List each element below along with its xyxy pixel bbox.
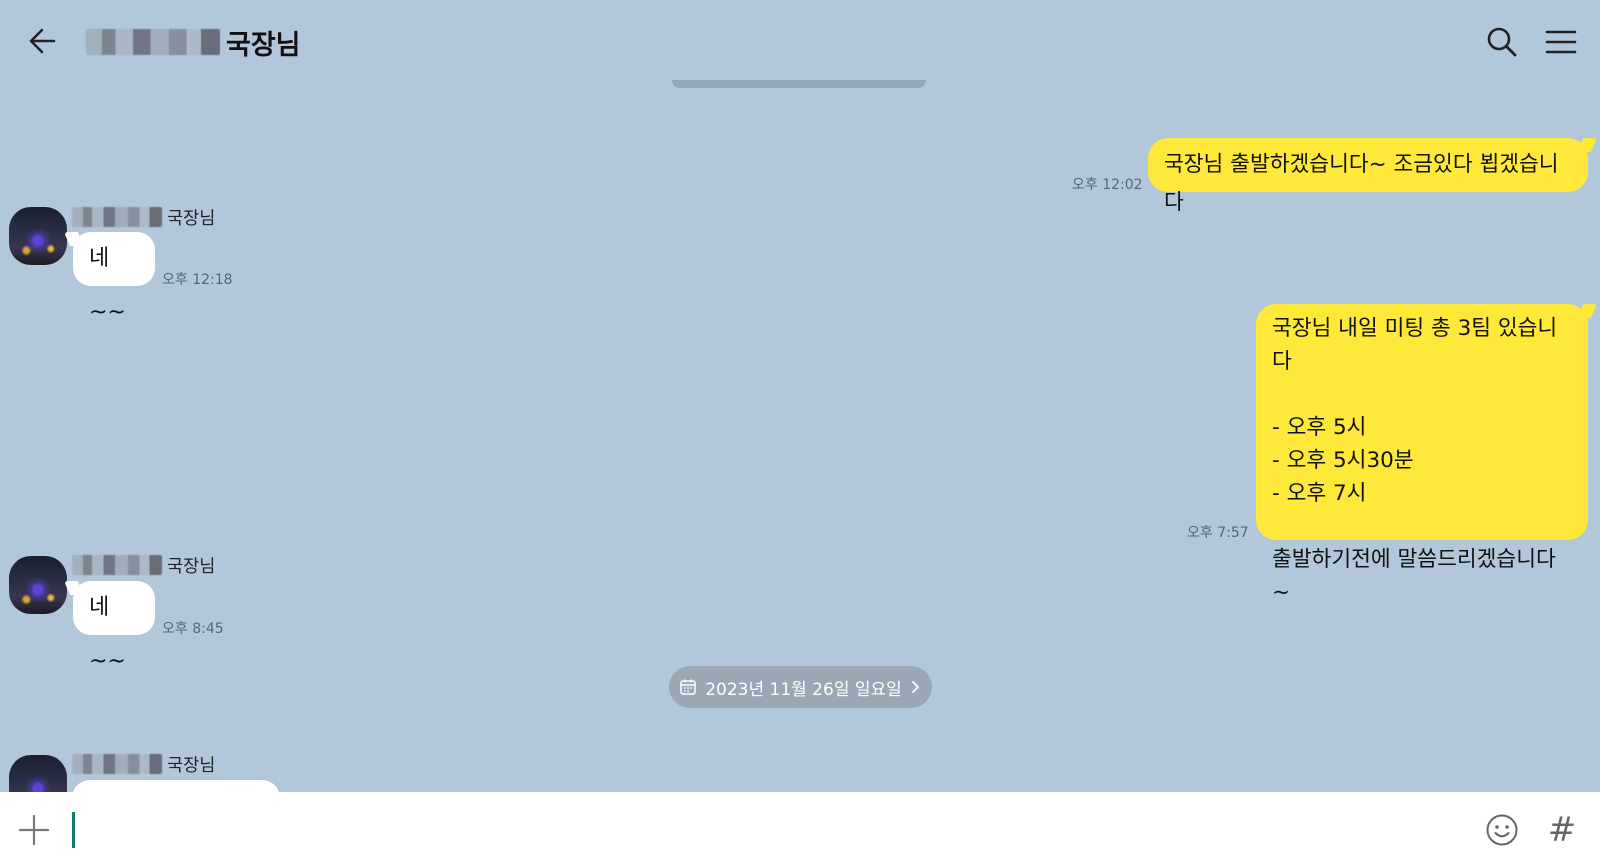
arrow-left-icon [29, 28, 56, 54]
attach-button[interactable] [16, 812, 52, 848]
my-message-bubble[interactable]: 국장님 출발하겠습니다~ 조금있다 뵙겠습니다 [1148, 138, 1588, 215]
chevron-right-icon [911, 681, 919, 693]
message-time: 오후 12:02 [1072, 177, 1143, 193]
sender-label: 국장님 [72, 752, 215, 776]
other-message-bubble[interactable]: 네~~ [73, 232, 155, 325]
sender-label: 국장님 [72, 553, 215, 577]
sender-name: 국장님 [167, 556, 216, 577]
other-message-bubble[interactable]: 네~~ [73, 581, 155, 674]
back-button[interactable] [24, 22, 62, 60]
text-caret [72, 812, 75, 848]
hashtag-button[interactable]: # [1544, 812, 1580, 848]
menu-button[interactable] [1544, 26, 1578, 58]
sender-label: 국장님 [72, 205, 215, 229]
date-divider[interactable]: 2023년 11월 26일 일요일 [669, 666, 932, 708]
emoji-icon [1486, 814, 1518, 846]
sender-name: 국장님 [167, 208, 216, 229]
message-time: 오후 7:57 [1187, 525, 1249, 541]
message-input[interactable] [80, 806, 1444, 856]
hashtag-icon: # [1547, 810, 1577, 850]
calendar-icon [680, 679, 696, 695]
emoji-button[interactable] [1484, 812, 1520, 848]
redacted-name [72, 207, 162, 227]
sender-name: 국장님 [167, 755, 216, 776]
message-time: 오후 12:18 [162, 272, 233, 288]
avatar[interactable] [9, 207, 67, 265]
search-icon [1487, 27, 1517, 57]
plus-icon [18, 814, 50, 846]
redacted-name [72, 754, 162, 774]
search-button[interactable] [1484, 24, 1520, 60]
message-time: 오후 8:45 [162, 621, 224, 637]
redacted-name [72, 555, 162, 575]
my-message-bubble[interactable]: 국장님 내일 미팅 총 3팀 있습니다 - 오후 5시 - 오후 5시30분 -… [1256, 304, 1588, 605]
hamburger-menu-icon [1545, 30, 1577, 54]
previous-content-edge [672, 80, 926, 88]
page-title: 국장님 [226, 29, 301, 61]
date-label: 2023년 11월 26일 일요일 [705, 679, 902, 700]
redacted-name [86, 29, 220, 55]
chat-header: 국장님 [0, 0, 1600, 84]
avatar[interactable] [9, 556, 67, 614]
chat-title: 국장님 [86, 22, 301, 62]
